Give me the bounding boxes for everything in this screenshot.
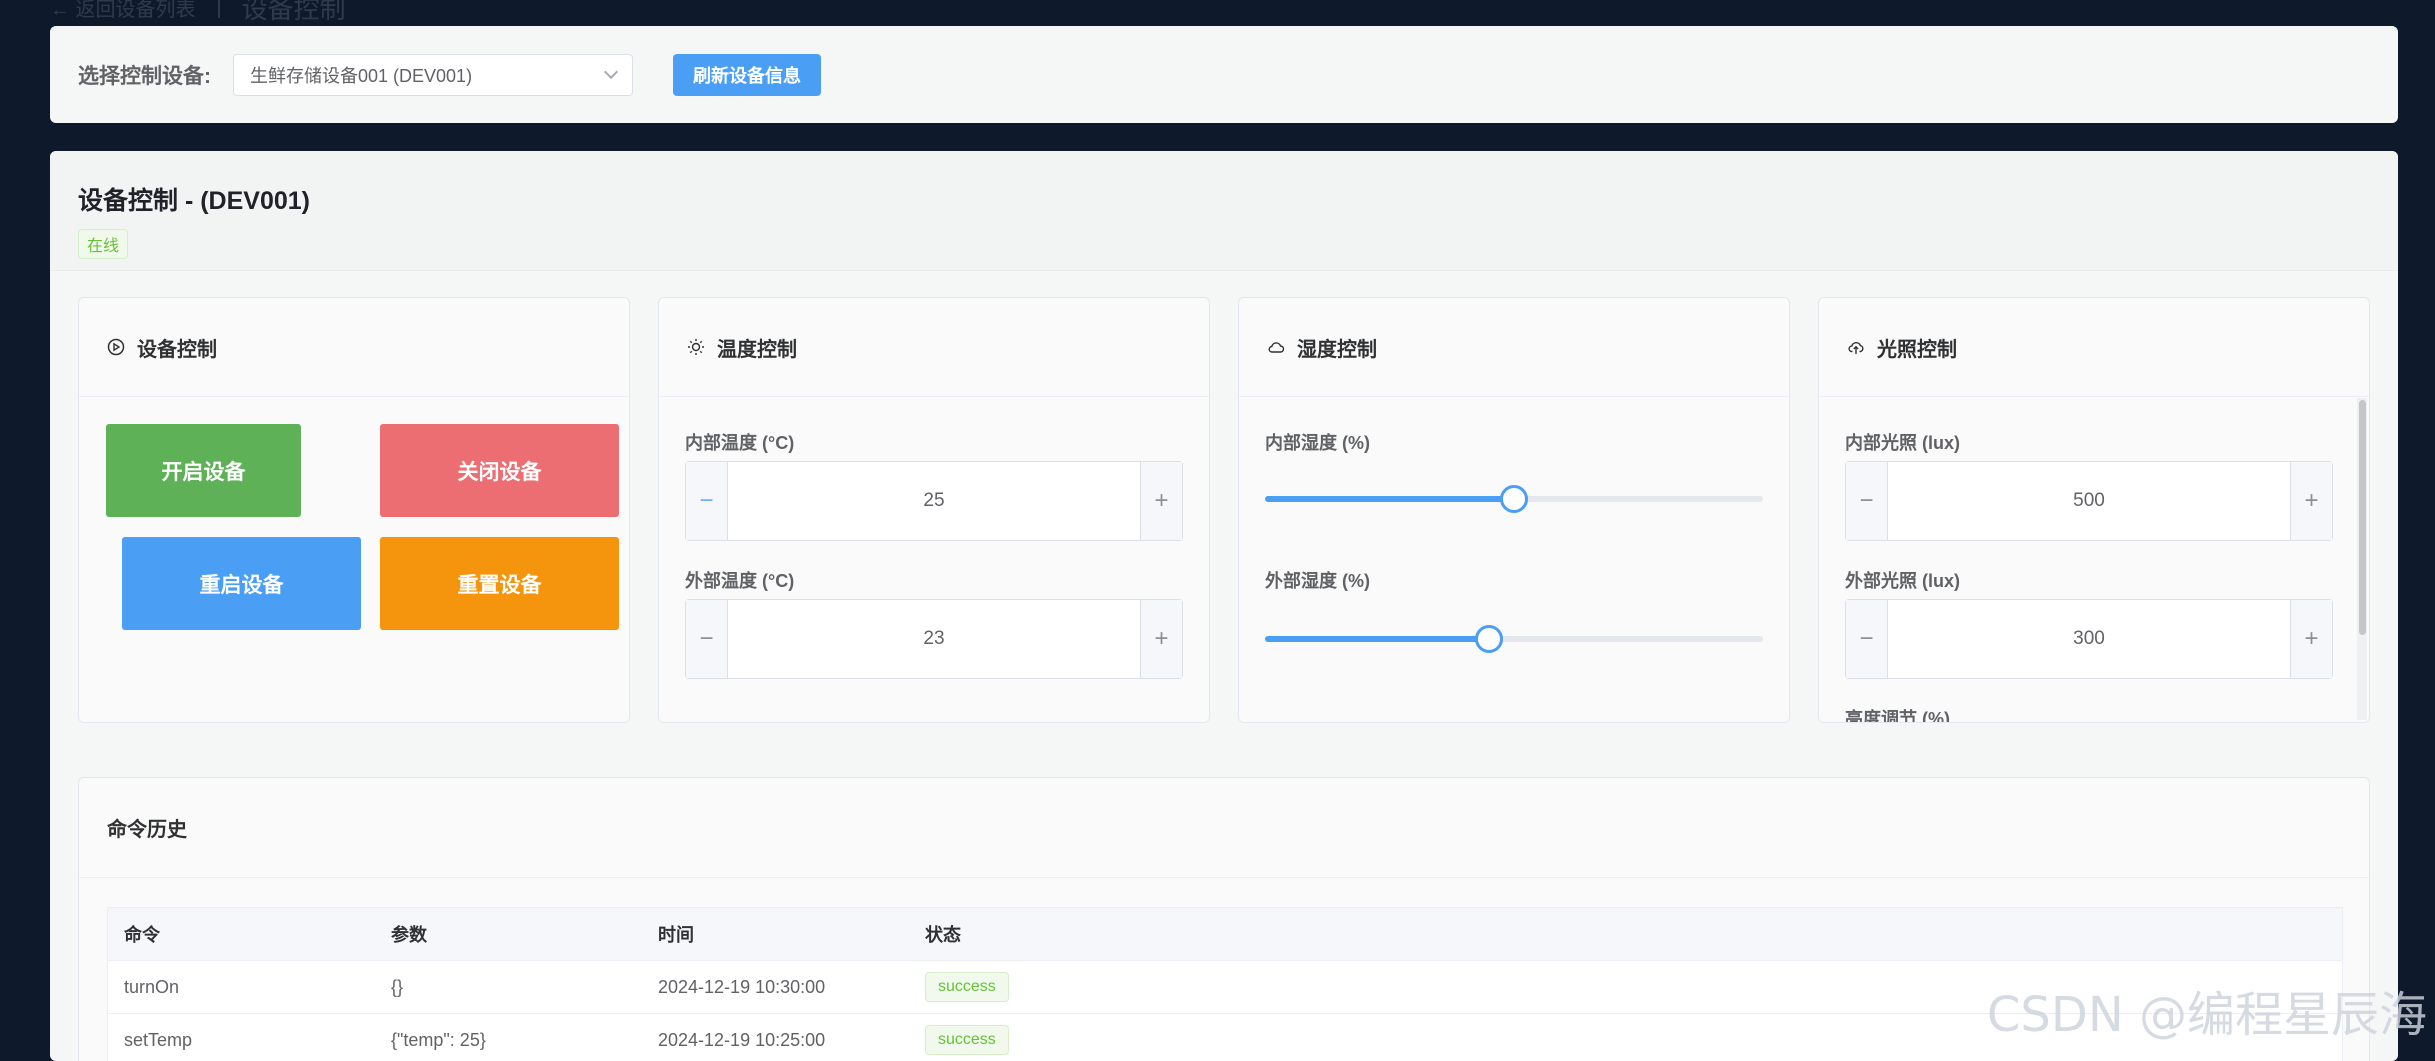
device-control-panel: 设备控制 - (DEV001) 在线 设备控制 开启设备 关闭设备 重启设备 重… bbox=[50, 151, 2398, 1061]
inner-humidity-label: 内部湿度 (%) bbox=[1265, 429, 1370, 455]
card-title: 湿度控制 bbox=[1297, 333, 1377, 362]
slider-fill bbox=[1265, 636, 1489, 642]
restart-button[interactable]: 重启设备 bbox=[122, 537, 361, 630]
outer-light-stepper[interactable]: − 300 + bbox=[1845, 599, 2333, 679]
time-cell: 2024-12-19 10:30:00 bbox=[642, 977, 909, 998]
command-cell: setTemp bbox=[108, 1030, 375, 1051]
minus-icon[interactable]: − bbox=[1846, 600, 1888, 678]
outer-humidity-slider[interactable] bbox=[1265, 625, 1763, 653]
device-select-value: 生鲜存储设备001 (DEV001) bbox=[250, 62, 472, 88]
slider-fill bbox=[1265, 496, 1514, 502]
outer-temp-value[interactable]: 23 bbox=[728, 600, 1140, 678]
inner-light-stepper[interactable]: − 500 + bbox=[1845, 461, 2333, 541]
time-cell: 2024-12-19 10:25:00 bbox=[642, 1030, 909, 1051]
card-title: 光照控制 bbox=[1877, 333, 1957, 362]
reset-button[interactable]: 重置设备 bbox=[380, 537, 619, 630]
card-header: 光照控制 bbox=[1819, 298, 2369, 397]
status-badge: 在线 bbox=[78, 229, 128, 259]
minus-icon[interactable]: − bbox=[1846, 462, 1888, 540]
page-title: 设备控制 bbox=[242, 0, 346, 26]
device-select[interactable]: 生鲜存储设备001 (DEV001) bbox=[233, 54, 633, 96]
top-nav: ← 返回设备列表 设备控制 bbox=[50, 0, 346, 20]
column-header: 参数 bbox=[375, 921, 642, 947]
inner-temp-label: 内部温度 (°C) bbox=[685, 429, 794, 455]
inner-light-label: 内部光照 (lux) bbox=[1845, 429, 1960, 455]
outer-light-label: 外部光照 (lux) bbox=[1845, 567, 1960, 593]
panel-header: 设备控制 - (DEV001) 在线 bbox=[50, 151, 2398, 271]
card-header: 温度控制 bbox=[659, 298, 1209, 397]
humidity-control-card: 湿度控制 内部湿度 (%) 外部湿度 (%) bbox=[1238, 297, 1790, 723]
inner-temp-value[interactable]: 25 bbox=[728, 462, 1140, 540]
status-badge: success bbox=[925, 972, 1009, 1002]
outer-humidity-label: 外部湿度 (%) bbox=[1265, 567, 1370, 593]
card-title: 设备控制 bbox=[137, 333, 217, 362]
device-control-card: 设备控制 开启设备 关闭设备 重启设备 重置设备 bbox=[78, 297, 630, 723]
column-header: 时间 bbox=[642, 921, 909, 947]
chevron-down-icon bbox=[604, 65, 618, 79]
inner-temp-stepper[interactable]: − 25 + bbox=[685, 461, 1183, 541]
history-title: 命令历史 bbox=[79, 778, 2369, 878]
minus-icon[interactable]: − bbox=[686, 600, 728, 678]
card-header: 湿度控制 bbox=[1239, 298, 1789, 397]
column-header: 状态 bbox=[909, 921, 2342, 947]
device-select-label: 选择控制设备: bbox=[78, 60, 211, 90]
nav-divider bbox=[218, 0, 220, 18]
turn-on-button[interactable]: 开启设备 bbox=[106, 424, 301, 517]
scrollbar[interactable] bbox=[2357, 398, 2367, 720]
plus-icon[interactable]: + bbox=[2290, 462, 2332, 540]
column-header: 命令 bbox=[108, 921, 375, 947]
inner-light-value[interactable]: 500 bbox=[1888, 462, 2290, 540]
light-control-card: 光照控制 内部光照 (lux) − 500 + 外部光照 (lux) − 300… bbox=[1818, 297, 2370, 723]
cloud-upload-icon bbox=[1847, 338, 1865, 356]
back-link[interactable]: ← 返回设备列表 bbox=[50, 0, 196, 22]
panel-title: 设备控制 - (DEV001) bbox=[78, 181, 2370, 217]
outer-temp-label: 外部温度 (°C) bbox=[685, 567, 794, 593]
params-cell: {"temp": 25} bbox=[375, 1030, 642, 1051]
plus-icon[interactable]: + bbox=[1140, 600, 1182, 678]
card-header: 设备控制 bbox=[79, 298, 629, 397]
command-cell: turnOn bbox=[108, 977, 375, 998]
minus-icon[interactable]: − bbox=[686, 462, 728, 540]
temperature-control-card: 温度控制 内部温度 (°C) − 25 + 外部温度 (°C) − 23 + bbox=[658, 297, 1210, 723]
outer-temp-stepper[interactable]: − 23 + bbox=[685, 599, 1183, 679]
plus-icon[interactable]: + bbox=[1140, 462, 1182, 540]
sun-icon bbox=[687, 338, 705, 356]
outer-light-value[interactable]: 300 bbox=[1888, 600, 2290, 678]
inner-humidity-slider[interactable] bbox=[1265, 485, 1763, 513]
refresh-device-button[interactable]: 刷新设备信息 bbox=[673, 54, 821, 96]
plus-icon[interactable]: + bbox=[2290, 600, 2332, 678]
scrollbar-thumb[interactable] bbox=[2359, 400, 2366, 635]
brightness-label: 亮度调节 (%) bbox=[1845, 705, 1950, 723]
card-title: 温度控制 bbox=[717, 333, 797, 362]
turn-off-button[interactable]: 关闭设备 bbox=[380, 424, 619, 517]
table-header: 命令 参数 时间 状态 bbox=[108, 908, 2342, 961]
slider-handle[interactable] bbox=[1475, 625, 1503, 653]
device-select-card: 选择控制设备: 生鲜存储设备001 (DEV001) 刷新设备信息 bbox=[50, 26, 2398, 123]
slider-handle[interactable] bbox=[1500, 485, 1528, 513]
status-badge: success bbox=[925, 1025, 1009, 1055]
play-circle-icon bbox=[107, 338, 125, 356]
cloud-icon bbox=[1267, 338, 1285, 356]
watermark: CSDN @编程星辰海 bbox=[1987, 975, 2427, 1045]
params-cell: {} bbox=[375, 977, 642, 998]
